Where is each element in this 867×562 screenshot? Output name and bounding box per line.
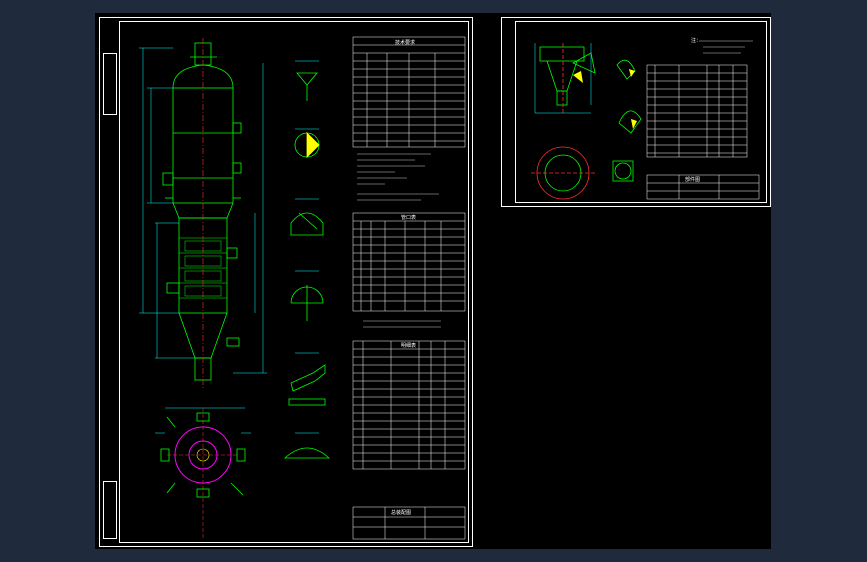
- right-title-block-text: 部件图: [685, 177, 701, 183]
- vessel-elevation: [162, 42, 242, 381]
- detail-views: [283, 72, 331, 459]
- cad-geometry: [139, 36, 760, 540]
- right-tables: [646, 64, 760, 200]
- nozzle-table-title: 管口表: [401, 215, 417, 221]
- right-notes-title: 注：: [691, 38, 702, 44]
- plan-view: [155, 408, 251, 538]
- drawing-canvas[interactable]: 技术要求 管口表 明细表 总装配图 注： 部件图: [95, 13, 771, 549]
- right-notes-strokes: [699, 40, 753, 54]
- right-component: [531, 43, 642, 200]
- right-fills: [573, 69, 637, 129]
- detail-leaders: [295, 60, 319, 434]
- left-title-block-text: 总装配图: [391, 510, 412, 516]
- left-tables: [352, 36, 466, 540]
- right-dimensions: [534, 43, 592, 114]
- parts-list-title: 明细表: [401, 343, 417, 349]
- lower-shell: [178, 217, 228, 314]
- detail-weld-fill: [306, 132, 320, 158]
- tech-requirements-title: 技术要求: [395, 40, 416, 46]
